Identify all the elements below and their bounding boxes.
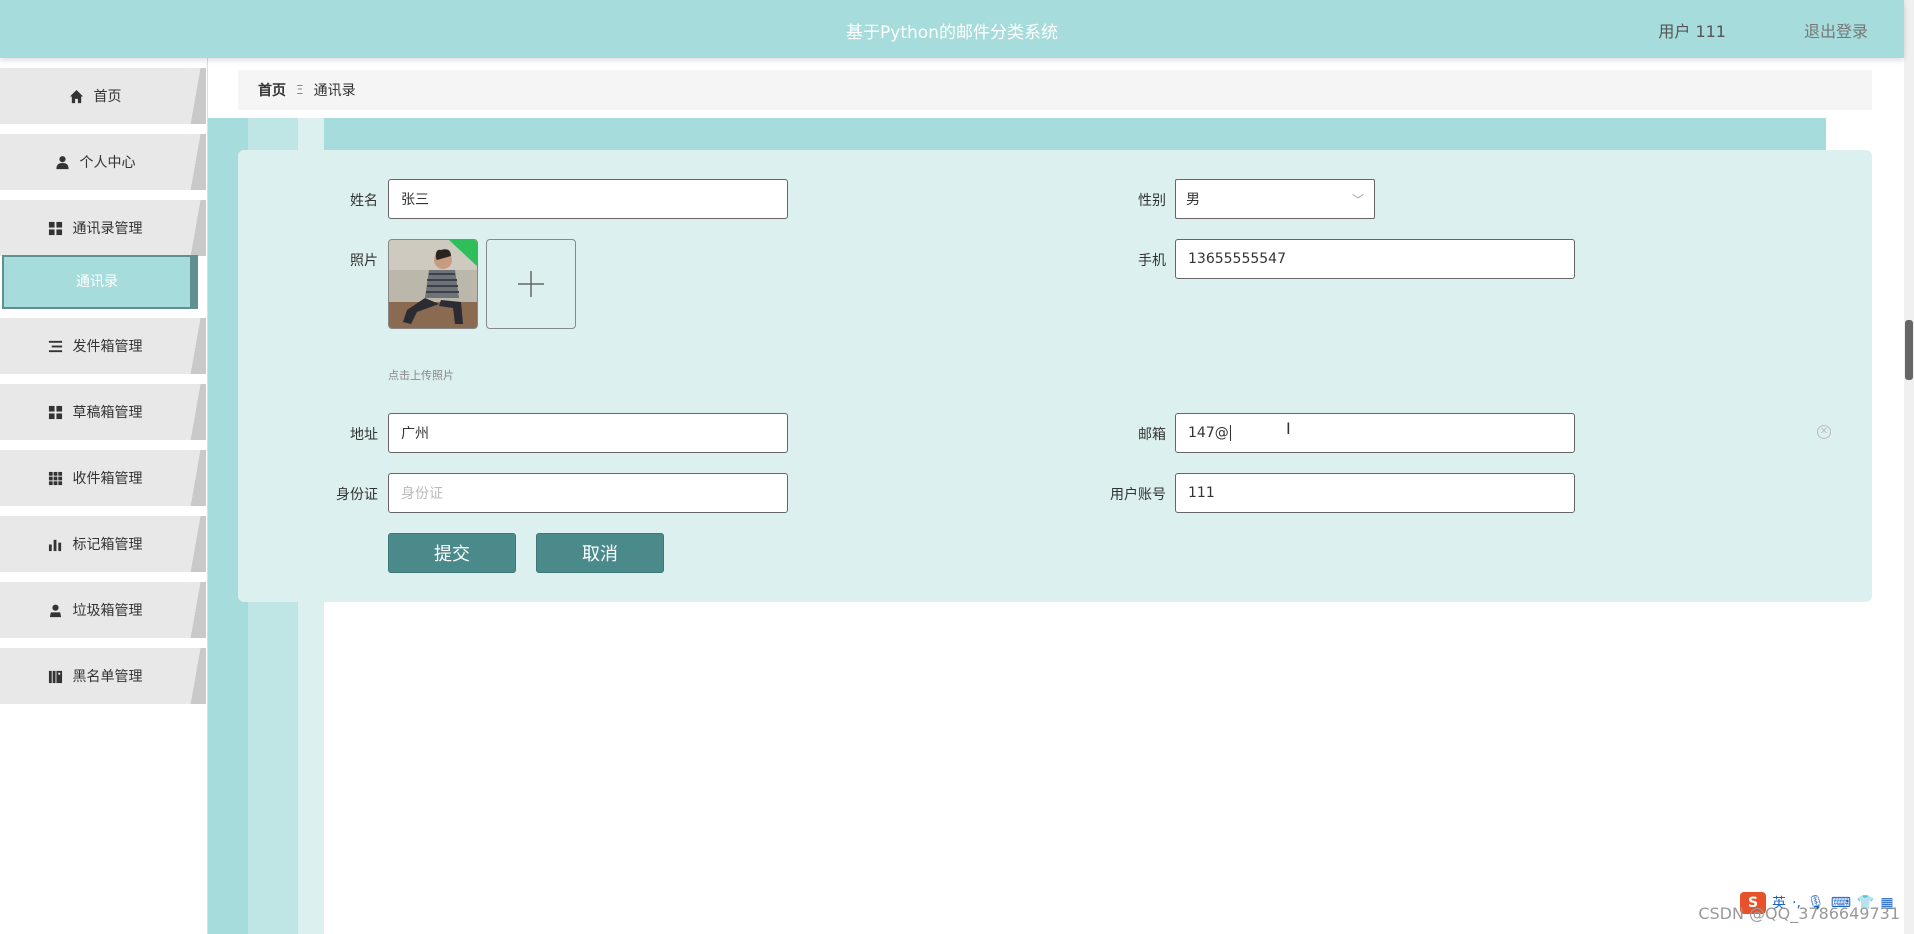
sidebar-item-label: 黑名单管理 (72, 669, 143, 685)
sidebar-item-label: 标记箱管理 (72, 537, 143, 553)
clear-icon[interactable]: ✕ (1817, 425, 1831, 439)
breadcrumb-separator: Ξ (296, 83, 304, 97)
sidebar: 首页 个人中心 通讯录管理 通讯录 发件箱管理 草稿箱管理 收件箱管理 标记箱管… (0, 58, 208, 934)
text-caret (1229, 425, 1231, 441)
email-input-value: 147@ (1188, 425, 1229, 441)
contact-form: 姓名 张三 性别 男 ﹀ 照片 点击上传照片 手机 13655555547 地址… (238, 150, 1872, 602)
photo-thumbnail[interactable] (388, 239, 478, 329)
top-header: 基于Python的邮件分类系统 用户 111 退出登录 (0, 0, 1904, 58)
person-photo-image (389, 240, 477, 328)
sidebar-item-label: 垃圾箱管理 (72, 603, 143, 619)
phone-input[interactable]: 13655555547 (1175, 239, 1575, 279)
user-label: 用户 111 (1658, 22, 1726, 41)
sidebar-item-trash[interactable]: 垃圾箱管理 (0, 582, 206, 640)
sidebar-item-label: 通讯录管理 (72, 221, 143, 237)
name-label: 姓名 (350, 193, 378, 209)
address-input[interactable]: 广州 (388, 413, 788, 453)
home-icon (69, 89, 83, 103)
id-card-input[interactable]: 身份证 (388, 473, 788, 513)
sidebar-item-label: 发件箱管理 (72, 339, 143, 355)
id-card-label: 身份证 (336, 487, 378, 503)
ibeam-cursor-icon: I (1286, 419, 1291, 438)
sidebar-subitem-contacts[interactable]: 通讯录 (0, 255, 206, 309)
watermark: CSDN @QQ_3786649731 (1698, 904, 1900, 923)
plus-icon (518, 271, 544, 297)
sidebar-item-label: 个人中心 (79, 155, 136, 171)
photo-upload-hint: 点击上传照片 (388, 369, 454, 382)
scrollbar-thumb[interactable] (1905, 320, 1913, 380)
sidebar-item-drafts[interactable]: 草稿箱管理 (0, 384, 206, 442)
bar-chart-icon (48, 539, 61, 551)
breadcrumb: 首页 Ξ 通讯录 (238, 70, 1872, 110)
address-label: 地址 (350, 427, 378, 443)
chevron-down-icon: ﹀ (1351, 192, 1364, 207)
gender-select[interactable]: 男 ﹀ (1175, 179, 1375, 219)
sidebar-item-inbox[interactable]: 收件箱管理 (0, 450, 206, 508)
email-input[interactable]: 147@ (1175, 413, 1575, 453)
app-title: 基于Python的邮件分类系统 (846, 23, 1058, 43)
phone-label: 手机 (1138, 253, 1166, 269)
sidebar-item-outbox[interactable]: 发件箱管理 (0, 318, 206, 376)
grid-icon (48, 221, 62, 235)
sidebar-item-blacklist[interactable]: 黑名单管理 (0, 648, 206, 706)
sidebar-subitem-label: 通讯录 (76, 274, 118, 290)
sidebar-item-profile[interactable]: 个人中心 (0, 134, 206, 192)
sidebar-item-marked[interactable]: 标记箱管理 (0, 516, 206, 574)
logout-link[interactable]: 退出登录 (1804, 18, 1868, 42)
gender-label: 性别 (1138, 193, 1166, 209)
photo-label: 照片 (350, 253, 378, 269)
breadcrumb-home[interactable]: 首页 (258, 80, 286, 100)
cancel-button[interactable]: 取消 (536, 533, 664, 573)
photo-upload-button[interactable] (486, 239, 576, 329)
submit-button[interactable]: 提交 (388, 533, 516, 573)
sidebar-item-label: 草稿箱管理 (72, 405, 143, 421)
book-icon (48, 670, 62, 683)
user-icon (49, 604, 61, 617)
apps-icon (48, 471, 62, 485)
breadcrumb-current: 通讯录 (313, 83, 356, 99)
name-input[interactable]: 张三 (388, 179, 788, 219)
sidebar-item-label: 首页 (93, 89, 122, 105)
account-label: 用户账号 (1110, 487, 1166, 503)
account-input[interactable]: 111 (1175, 473, 1575, 513)
gender-select-value: 男 (1186, 192, 1200, 208)
sidebar-item-contacts[interactable]: 通讯录管理 (0, 200, 206, 258)
page-scrollbar[interactable] (1904, 0, 1914, 934)
person-icon (55, 155, 69, 169)
sidebar-item-label: 收件箱管理 (72, 471, 143, 487)
grid-icon (48, 405, 62, 419)
list-icon (48, 340, 62, 352)
email-label: 邮箱 (1138, 427, 1166, 443)
sidebar-item-home[interactable]: 首页 (0, 68, 206, 126)
